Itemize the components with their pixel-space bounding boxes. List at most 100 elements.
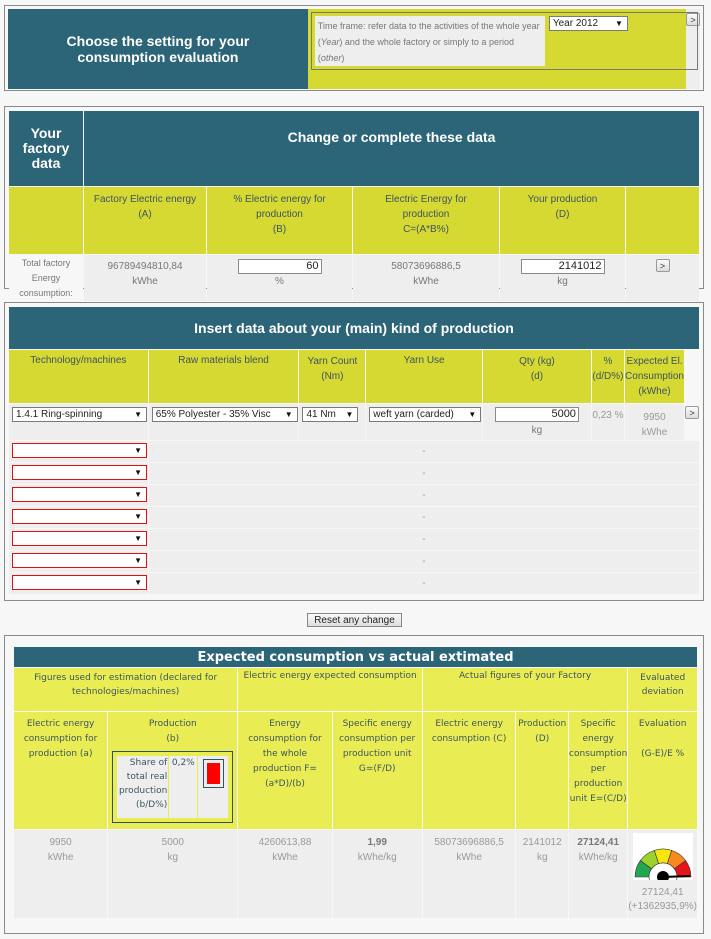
empty-row-placeholder: - (148, 573, 699, 594)
your-production-input[interactable]: 2141012 (520, 259, 605, 274)
header-blend: Raw materials blend (148, 350, 299, 403)
technology-select[interactable]: 1.4.1 Ring-spinning ▼ (12, 407, 147, 422)
technology-cell: 1.4.1 Ring-spinning ▼ (9, 404, 148, 440)
value-f: 4260613,88 kWhe (238, 830, 332, 918)
yarn-use-select[interactable]: weft yarn (carded) ▼ (369, 407, 482, 422)
chevron-down-icon: ▼ (134, 511, 142, 521)
technology-select-empty[interactable]: ▼ (12, 574, 147, 590)
value-evaluation: 27124,41 (+1362935,9%) (628, 830, 697, 918)
header-evaluation: Evaluation (G-E)/E % (628, 712, 697, 829)
production-panel: Insert data about your (main) kind of pr… (4, 302, 704, 601)
qty-cell: 5000 kg (483, 404, 591, 440)
group-actual: Actual figures of your Factory (422, 668, 628, 711)
header-action-empty (685, 350, 699, 403)
group-expected: Electric energy expected consumption (238, 668, 422, 711)
share-label: Share of total real production (b/D%) (117, 756, 169, 818)
factory-energy-cell: 96789494810,84 kWhe (84, 255, 206, 301)
yarn-count-select[interactable]: 41 Nm ▼ (302, 407, 359, 422)
empty-row-placeholder: - (148, 463, 699, 484)
factory-go-cell: > (626, 255, 699, 301)
group-deviation: Evaluated deviation (628, 668, 697, 711)
results-title: Expected consumption vs actual extimated (14, 647, 697, 667)
header-percent-energy: % Electric energy for production (B) (207, 187, 352, 254)
header-your-production: Your production (D) (500, 187, 625, 254)
your-production-cell: 2141012 kg (500, 255, 625, 301)
chevron-down-icon: ▼ (134, 467, 142, 477)
yarn-count-cell: 41 Nm ▼ (299, 404, 366, 440)
share-bar-cell (198, 756, 229, 818)
empty-production-row: ▼ - (9, 441, 699, 462)
percent-energy-cell: 60% (207, 255, 352, 301)
empty-production-row: ▼ - (9, 463, 699, 484)
factory-panel: Your factory data Change or complete the… (4, 106, 704, 301)
percent-energy-input[interactable]: 60 (237, 259, 322, 274)
factory-go-button[interactable]: > (655, 259, 670, 272)
header-yarn-count: Yarn Count (Nm) (299, 350, 366, 403)
chevron-down-icon: ▼ (345, 410, 354, 419)
production-title: Insert data about your (main) kind of pr… (9, 307, 699, 349)
header-technology: Technology/machines (9, 350, 148, 403)
header-yarn-use: Yarn Use (366, 350, 483, 403)
header-factory-energy: Factory Electric energy (A) (84, 187, 206, 254)
blend-cell: 65% Polyester - 35% Visc ▼ (148, 404, 299, 440)
empty-row-placeholder: - (148, 485, 699, 506)
empty-production-row: ▼ - (9, 507, 699, 528)
settings-title: Choose the setting for your consumption … (8, 9, 308, 89)
chevron-down-icon: ▼ (134, 555, 142, 565)
empty-row-placeholder: - (148, 551, 699, 572)
header-g: Specific energy consumption per producti… (332, 712, 422, 829)
header-a: Electric energy consumption for producti… (14, 712, 108, 829)
chevron-down-icon: ▼ (134, 445, 142, 455)
factory-row-label: Total factory Energy consumption: (9, 255, 83, 301)
factory-header-action (626, 187, 699, 254)
production-row: 1.4.1 Ring-spinning ▼ 65% Polyester - 35%… (9, 404, 699, 440)
technology-select-empty[interactable]: ▼ (12, 530, 147, 546)
header-d: Production (D) (516, 712, 569, 829)
chevron-down-icon: ▼ (134, 577, 142, 587)
technology-select-empty[interactable]: ▼ (12, 508, 147, 524)
value-d: 2141012 kg (516, 830, 569, 918)
share-bar (206, 763, 220, 784)
empty-production-row: ▼ - (9, 551, 699, 572)
value-a: 9950 kWhe (14, 830, 108, 918)
empty-row-placeholder: - (148, 529, 699, 550)
header-energy-production: Electric Energy for production C=(A*B%) (353, 187, 499, 254)
chevron-down-icon: ▼ (134, 489, 142, 499)
chevron-down-icon: ▼ (134, 533, 142, 543)
technology-select-empty[interactable]: ▼ (12, 442, 147, 458)
chevron-down-icon: ▼ (468, 410, 477, 419)
header-percent: % (d/D%) (591, 350, 625, 403)
empty-row-placeholder: - (148, 441, 699, 462)
empty-production-row: ▼ - (9, 573, 699, 594)
qty-input[interactable]: 5000 (494, 407, 579, 422)
technology-select-empty[interactable]: ▼ (12, 486, 147, 502)
technology-select-empty[interactable]: ▼ (12, 464, 147, 480)
chevron-down-icon: ▼ (614, 19, 623, 28)
blend-select[interactable]: 65% Polyester - 35% Visc ▼ (151, 407, 298, 422)
timeframe-box: Time frame: refer data to the activities… (310, 12, 698, 70)
group-figures: Figures used for estimation (declared fo… (14, 668, 238, 711)
reset-button[interactable]: Reset any change (307, 613, 402, 627)
chevron-down-icon: ▼ (284, 410, 293, 419)
value-c: 58073696886,5 kWhe (422, 830, 516, 918)
value-g: 1,99 kWhe/kg (332, 830, 422, 918)
share-value: 0,2% (169, 756, 198, 818)
empty-production-row: ▼ - (9, 529, 699, 550)
chevron-down-icon: ▼ (134, 410, 142, 419)
yarn-use-cell: weft yarn (carded) ▼ (366, 404, 483, 440)
empty-row-placeholder: - (148, 507, 699, 528)
header-b: Production (b) Share of total real produc… (108, 712, 238, 829)
gauge-icon (632, 833, 693, 880)
production-go-button[interactable]: > (685, 406, 699, 419)
energy-production-cell: 58073696886,5 kWhe (353, 255, 499, 301)
results-panel: Expected consumption vs actual extimated… (4, 635, 704, 934)
timeframe-description: Time frame: refer data to the activities… (314, 16, 545, 66)
timeframe-select[interactable]: Year 2012 ▼ (548, 16, 628, 31)
settings-panel: Choose the setting for your consumption … (4, 5, 704, 91)
header-e: Specific energy consumption per producti… (569, 712, 628, 829)
share-bar-frame (202, 759, 224, 788)
empty-production-row: ▼ - (9, 485, 699, 506)
percent-cell: 0,23 % (591, 404, 625, 440)
header-expected: Expected El. Consumption (kWhe) (625, 350, 684, 403)
technology-select-empty[interactable]: ▼ (12, 552, 147, 568)
